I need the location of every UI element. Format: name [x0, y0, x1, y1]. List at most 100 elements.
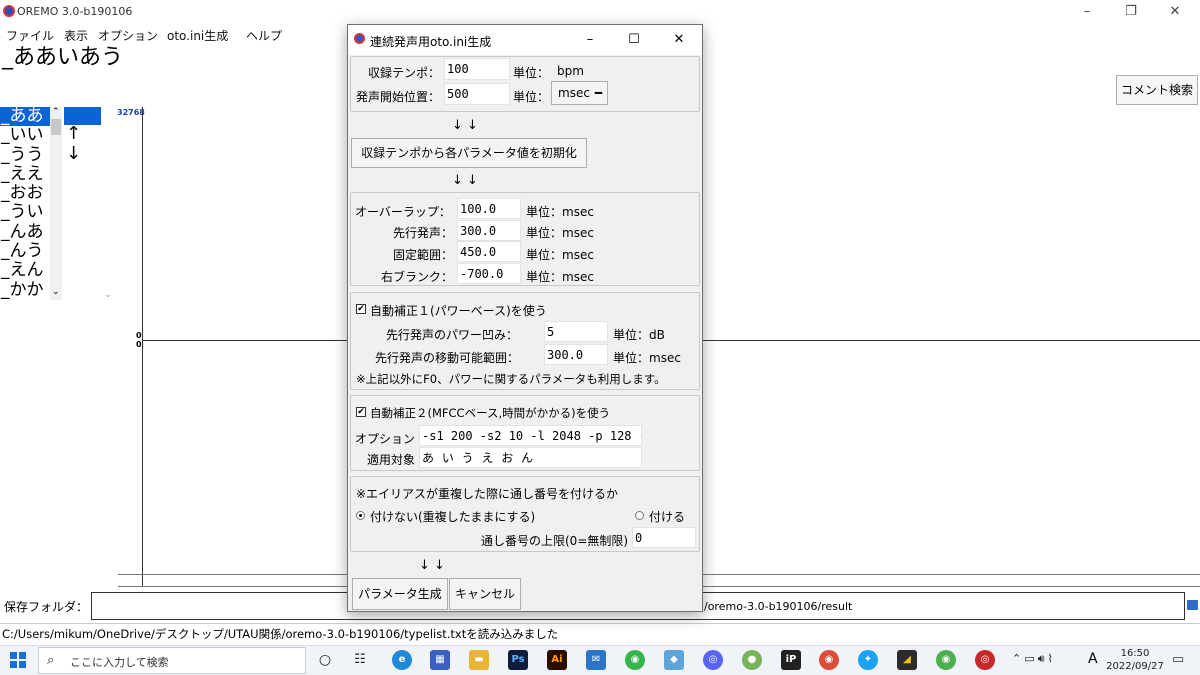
target-label: 適用対象 [367, 453, 416, 467]
menu-view[interactable]: 表示 [64, 27, 88, 44]
auto2-checkbox[interactable]: ✔ [356, 407, 366, 417]
list-item[interactable]: _ああ [0, 106, 50, 127]
list-item[interactable]: _かか [0, 280, 50, 300]
current-recording-label: _ああいあう [0, 44, 145, 72]
preutterance-unit: 単位：msec [526, 226, 594, 240]
option-input[interactable]: -s1 200 -s2 10 -l 2048 -p 128 -m 3 [419, 425, 642, 446]
clock-time: 16:50 [1120, 648, 1150, 659]
start-position-label: 発声開始位置： [356, 90, 441, 104]
menu-options[interactable]: オプション [98, 27, 158, 44]
list-item[interactable]: _うい [0, 203, 50, 223]
close-button[interactable]: ✕ [1152, 0, 1198, 24]
preutterance-label: 先行発声： [393, 226, 454, 240]
option-label: オプション [355, 432, 416, 446]
app-icon [354, 33, 365, 44]
cancel-button[interactable]: キャンセル [449, 578, 521, 610]
discord-icon[interactable]: ◎ [703, 650, 723, 670]
fixed-range-input[interactable]: 450.0 [457, 241, 521, 262]
power-dip-unit: 単位：dB [613, 328, 665, 342]
tray-icons[interactable]: ⌃▭🔊︎⌇ [1012, 652, 1056, 666]
list-item[interactable]: _んあ [0, 222, 50, 242]
widgets-icon[interactable]: ☷ [350, 650, 370, 670]
maximize-button[interactable]: ❐ [1108, 0, 1154, 24]
chrome-icon[interactable]: ◉ [819, 650, 839, 670]
zero-1: 0 [136, 331, 142, 340]
radio-add-serial-label: 付ける [649, 510, 686, 524]
init-params-button[interactable]: 収録テンポから各パラメータ値を初期化 [351, 138, 587, 168]
folder-icon[interactable] [1187, 600, 1198, 610]
dropdown-icon: ━ [594, 86, 602, 100]
down-arrows-icon: ↓ ↓ [419, 558, 445, 573]
app-icon [3, 5, 15, 17]
app-icon[interactable]: ◢ [897, 650, 917, 670]
oremo-icon[interactable]: ◎ [975, 650, 995, 670]
zero-2: 0 [136, 340, 142, 349]
comment-search-button[interactable]: コメント検索 [1116, 75, 1198, 105]
twitter-icon[interactable]: ✦ [858, 650, 878, 670]
menu-file[interactable]: ファイル [6, 27, 54, 44]
list-scrollbar[interactable]: ⌃ ⌄ [50, 107, 62, 300]
dialog-close-button[interactable]: ✕ [656, 25, 702, 55]
radio-add-serial[interactable] [635, 511, 644, 520]
wave-zero-label: 00 [136, 331, 142, 349]
recording-list[interactable]: _ああ _いい _うう _ええ _おお _うい _んあ _んう _えん _かか [0, 106, 50, 300]
list-item[interactable]: _ええ [0, 164, 50, 184]
store-icon[interactable]: ▦ [430, 650, 450, 670]
right-blank-input[interactable]: -700.0 [457, 263, 521, 284]
line-icon[interactable]: ◉ [625, 650, 645, 670]
generate-params-button[interactable]: パラメータ生成 [352, 578, 448, 610]
menu-help[interactable]: ヘルプ [246, 27, 282, 44]
serial-limit-input[interactable]: 0 [632, 527, 696, 548]
list-item[interactable]: _んう [0, 241, 50, 261]
radio-no-serial[interactable] [356, 511, 365, 520]
mail-icon[interactable]: ✉ [586, 650, 606, 670]
taskbar-clock[interactable]: 16:50 2022/09/27 [1106, 647, 1164, 673]
task-view-icon[interactable]: ○ [315, 650, 335, 670]
explorer-icon[interactable]: ▬ [469, 650, 489, 670]
start-unit-select[interactable]: msec ━ [551, 81, 608, 105]
minimize-button[interactable]: – [1064, 0, 1110, 24]
clip-studio-icon[interactable]: iP [781, 650, 801, 670]
illustrator-icon[interactable]: Ai [547, 650, 567, 670]
move-range-unit: 単位：msec [613, 351, 681, 365]
status-bar: C:/Users/mikum/OneDrive/デスクトップ/UTAU関係/or… [0, 623, 1200, 643]
scroll-thumb[interactable] [51, 119, 61, 135]
taskbar-search-placeholder: ここに入力して検索 [70, 656, 169, 669]
list-item[interactable]: _おお [0, 183, 50, 203]
power-dip-input[interactable]: 5 [544, 321, 608, 342]
app-icon[interactable]: ◆ [664, 650, 684, 670]
tempo-input[interactable]: 100 [444, 58, 510, 80]
edge-icon[interactable]: e [392, 650, 412, 670]
chrome-icon[interactable]: ◉ [936, 650, 956, 670]
list-item[interactable]: _えん [0, 261, 50, 281]
windows-start-icon[interactable] [10, 652, 26, 668]
preutterance-input[interactable]: 300.0 [457, 220, 521, 241]
photoshop-icon[interactable]: Ps [508, 650, 528, 670]
fixed-range-unit: 単位：msec [526, 248, 594, 262]
menu-otoini[interactable]: oto.ini生成 [167, 27, 228, 44]
right-blank-unit: 単位：msec [526, 270, 594, 284]
overlap-input[interactable]: 100.0 [457, 198, 521, 219]
save-folder-label: 保存フォルダ： [4, 600, 89, 614]
app-title: OREMO 3.0-b190106 [17, 5, 133, 18]
power-dip-label: 先行発声のパワー凹み： [386, 328, 519, 342]
dialog-titlebar: 連続発声用oto.ini生成 – ☐ ✕ [348, 25, 702, 55]
list-item[interactable]: _うう [0, 145, 50, 165]
dialog-minimize-button[interactable]: – [567, 25, 613, 55]
target-input[interactable]: あ い う え お ん [419, 447, 642, 468]
scroll-up-icon[interactable]: ⌃ [52, 107, 60, 117]
wave-max-label: 32768 [117, 108, 145, 117]
start-unit-value: msec [558, 86, 590, 100]
auto1-checkbox[interactable]: ✔ [356, 304, 366, 314]
main-titlebar: OREMO 3.0-b190106 – ❐ ✕ [0, 0, 1200, 24]
scroll-down-icon[interactable]: ⌄ [52, 287, 60, 297]
start-position-input[interactable]: 500 [444, 83, 510, 105]
app-icon[interactable]: ● [742, 650, 762, 670]
move-range-input[interactable]: 300.0 [544, 344, 608, 365]
notification-icon[interactable]: ▭ [1172, 652, 1184, 667]
tempo-unit-label: 単位： [513, 66, 550, 80]
ime-indicator[interactable]: A [1088, 651, 1098, 667]
overlap-unit: 単位：msec [526, 205, 594, 219]
dialog-maximize-button[interactable]: ☐ [611, 25, 657, 55]
list-item[interactable]: _いい [0, 126, 50, 146]
